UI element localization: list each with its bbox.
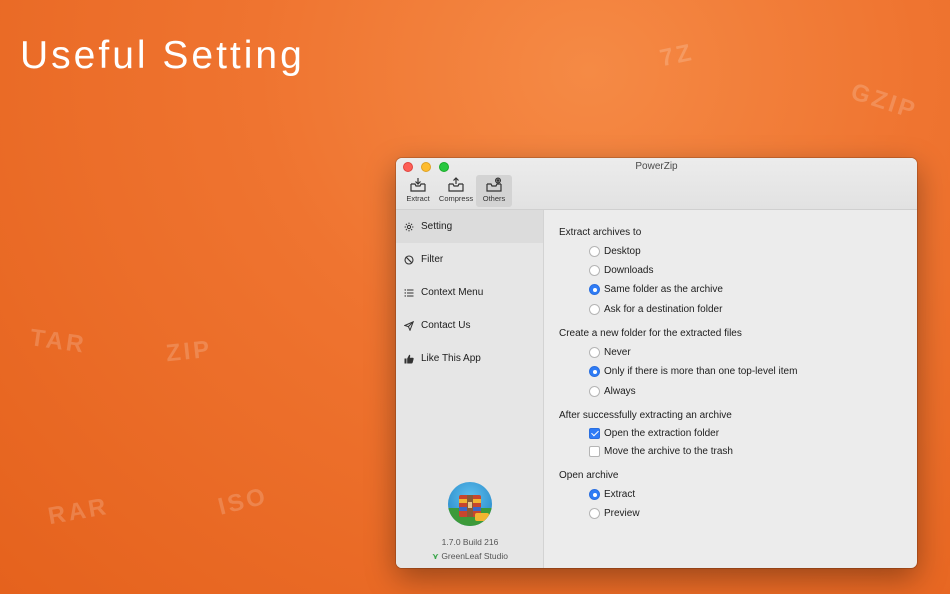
radio-ask-destination[interactable]: Ask for a destination folder <box>589 304 722 315</box>
studio-name: GreenLeaf Studio <box>441 551 508 561</box>
toolbar-compress-button[interactable]: Compress <box>437 175 475 207</box>
leaf-icon: ⋎ <box>432 551 439 561</box>
option-label: Never <box>604 347 631 358</box>
extract-to-title: Extract archives to <box>559 227 642 238</box>
settings-panel: Extract archives to Desktop Downloads Sa… <box>559 210 917 568</box>
radio-preview[interactable]: Preview <box>589 508 640 519</box>
title-bar: PowerZip Extract Compress Others <box>396 158 917 210</box>
radio-always[interactable]: Always <box>589 386 636 397</box>
block-icon <box>404 254 414 265</box>
radio-same-folder[interactable]: Same folder as the archive <box>589 284 723 295</box>
option-label: Same folder as the archive <box>604 284 723 295</box>
sidebar-item-filter[interactable]: Filter <box>396 243 543 276</box>
watermark-tar: TAR <box>28 324 89 359</box>
studio-credit: ⋎ GreenLeaf Studio <box>396 551 544 562</box>
sidebar-item-label: Setting <box>421 221 453 232</box>
checkbox-checked[interactable] <box>589 428 600 439</box>
option-label: Downloads <box>604 265 654 276</box>
paper-plane-icon <box>404 320 414 331</box>
sidebar-item-label: Like This App <box>421 353 481 364</box>
toolbar-compress-label: Compress <box>438 194 474 203</box>
watermark-gzip: GZIP <box>847 78 921 125</box>
toolbar-extract-button[interactable]: Extract <box>400 175 436 207</box>
radio-button[interactable] <box>589 265 600 276</box>
toolbar-extract-label: Extract <box>406 194 430 203</box>
sidebar-item-contact-us[interactable]: Contact Us <box>396 309 543 342</box>
app-logo-icon <box>448 482 492 526</box>
window-title: PowerZip <box>635 161 678 172</box>
watermark-7z: 7Z <box>657 38 697 73</box>
option-label: Preview <box>604 508 640 519</box>
sidebar-item-setting[interactable]: Setting <box>396 210 543 243</box>
radio-desktop[interactable]: Desktop <box>589 246 641 257</box>
option-label: Open the extraction folder <box>604 428 720 439</box>
after-extract-title: After successfully extracting an archive <box>559 410 732 421</box>
others-icon <box>486 177 502 192</box>
radio-button[interactable] <box>589 347 600 358</box>
sidebar-item-label: Context Menu <box>421 287 484 298</box>
checkbox[interactable] <box>589 446 600 457</box>
open-archive-title: Open archive <box>559 470 619 481</box>
radio-never[interactable]: Never <box>589 347 631 358</box>
radio-button[interactable] <box>589 386 600 397</box>
toolbar: Extract Compress Others <box>400 175 512 207</box>
option-label: Move the archive to the trash <box>604 446 733 457</box>
option-label: Only if there is more than one top-level… <box>604 366 798 377</box>
radio-button-selected[interactable] <box>589 284 600 295</box>
radio-downloads[interactable]: Downloads <box>589 265 653 276</box>
checkbox-move-to-trash[interactable]: Move the archive to the trash <box>589 446 733 457</box>
gear-icon <box>404 222 414 231</box>
option-label: Ask for a destination folder <box>604 304 723 315</box>
extract-icon <box>410 178 426 192</box>
sidebar-item-like-this-app[interactable]: Like This App <box>396 342 543 375</box>
powerzip-window: PowerZip Extract Compress Others Setting… <box>396 158 917 568</box>
sidebar-item-context-menu[interactable]: Context Menu <box>396 276 543 309</box>
option-label: Always <box>604 386 636 397</box>
checkbox-open-folder[interactable]: Open the extraction folder <box>589 428 719 439</box>
toolbar-others-label: Others <box>482 194 506 203</box>
radio-button[interactable] <box>589 508 600 519</box>
radio-button[interactable] <box>589 304 600 315</box>
version-label: 1.7.0 Build 216 <box>441 537 499 547</box>
list-icon <box>404 288 414 297</box>
watermark-rar: RAR <box>46 492 111 531</box>
radio-button[interactable] <box>589 246 600 257</box>
headline: Useful Setting <box>20 34 305 77</box>
radio-extract[interactable]: Extract <box>589 489 635 500</box>
watermark-zip: ZIP <box>164 335 214 368</box>
toolbar-others-button[interactable]: Others <box>476 175 512 207</box>
sidebar: Setting Filter Context Menu Contact Us L… <box>396 210 544 568</box>
thumbs-up-icon <box>404 354 414 363</box>
radio-only-if-multiple[interactable]: Only if there is more than one top-level… <box>589 366 797 377</box>
compress-icon <box>448 177 464 192</box>
radio-button-selected[interactable] <box>589 489 600 500</box>
sidebar-item-label: Filter <box>421 254 444 265</box>
radio-button-selected[interactable] <box>589 366 600 377</box>
option-label: Desktop <box>604 246 641 257</box>
option-label: Extract <box>604 489 636 500</box>
watermark-iso: ISO <box>215 482 271 521</box>
new-folder-title: Create a new folder for the extracted fi… <box>559 328 742 339</box>
sidebar-item-label: Contact Us <box>421 320 471 331</box>
